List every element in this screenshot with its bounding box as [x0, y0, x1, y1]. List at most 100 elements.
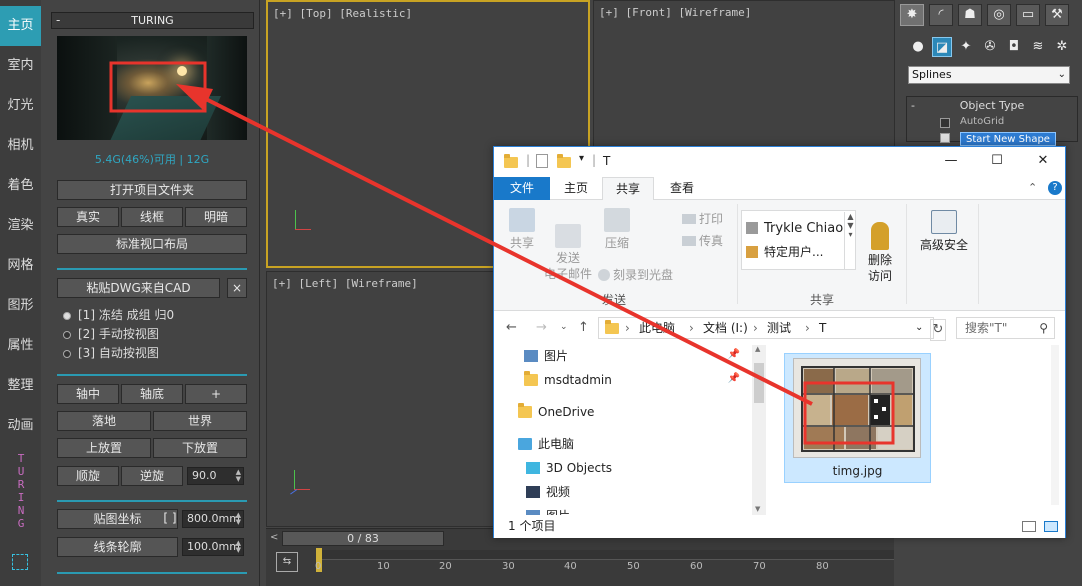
cameras-icon[interactable]: ✇	[980, 37, 1000, 57]
place-top-button[interactable]: 上放置	[57, 438, 151, 458]
standard-viewport-layout-button[interactable]: 标准视口布局	[57, 234, 247, 254]
maximize-button[interactable]: ☐	[986, 152, 1008, 170]
tab-home[interactable]: 主页	[0, 6, 41, 46]
address-input[interactable]: › 此电脑 › 文档 (I:) › 测试 › T ⌄	[598, 317, 934, 339]
breadcrumb-item[interactable]: 测试	[767, 318, 791, 338]
pivot-center-button[interactable]: 轴中	[57, 384, 119, 404]
tab-render[interactable]: 渲染	[0, 206, 41, 246]
wireframe-button[interactable]: 线框	[121, 207, 183, 227]
details-view-icon[interactable]	[1022, 521, 1036, 532]
chevron-down-icon[interactable]: ⌄	[1058, 67, 1066, 83]
rotate-cw-button[interactable]: 顺旋	[57, 466, 119, 486]
properties-icon[interactable]	[536, 154, 548, 168]
tab-lights[interactable]: 灯光	[0, 86, 41, 126]
spline-outline-button[interactable]: 线条轮廓	[57, 537, 178, 557]
nav-item-onedrive[interactable]: OneDrive	[518, 401, 594, 423]
motion-tab-icon[interactable]: ◎	[987, 4, 1011, 26]
tab-properties[interactable]: 属性	[0, 326, 41, 366]
shapes-icon[interactable]: ◪	[932, 37, 952, 57]
track-bar[interactable]: ⇆ 0 10 20 30 40 50 60 70 80	[266, 548, 894, 586]
start-new-shape-checkbox[interactable]	[940, 133, 950, 143]
panel-header[interactable]: - TURING	[51, 12, 254, 29]
track-line[interactable]	[316, 550, 894, 560]
drop-to-ground-button[interactable]: 落地	[57, 411, 151, 431]
breadcrumb-item[interactable]: 文档 (I:)	[703, 318, 748, 338]
large-icons-view-icon[interactable]	[1044, 521, 1058, 532]
tab-home[interactable]: 主页	[552, 177, 600, 200]
spacewarps-icon[interactable]: ≋	[1028, 37, 1048, 57]
nav-item-this-pc[interactable]: 此电脑	[518, 433, 574, 455]
object-category-dropdown[interactable]: Splines ⌄	[908, 66, 1070, 84]
share-with-list[interactable]: Trykle Chiao 特定用户...	[741, 210, 856, 270]
prev-frame-icon[interactable]: <	[270, 532, 278, 543]
nav-item-videos[interactable]: 视频	[526, 481, 570, 503]
chevron-up-icon[interactable]: ⌃	[1028, 181, 1037, 194]
user-item[interactable]: Trykle Chiao	[746, 221, 843, 236]
tab-shapes[interactable]: 图形	[0, 286, 41, 326]
tab-interior[interactable]: 室内	[0, 46, 41, 86]
close-window-button[interactable]: ✕	[1032, 152, 1054, 170]
quick-access-dropdown-icon[interactable]: ▾	[579, 153, 584, 164]
autogrid-checkbox[interactable]	[940, 118, 950, 128]
burn-disc-button[interactable]: 刻录到光盘	[598, 266, 678, 283]
key-filter-icon[interactable]: ⇆	[276, 552, 298, 572]
time-slider-thumb[interactable]: 0 / 83	[282, 531, 444, 546]
geometry-icon[interactable]: ●	[908, 37, 928, 57]
tab-organize[interactable]: 整理	[0, 366, 41, 406]
nav-item-pictures-2[interactable]: 图片	[526, 505, 570, 515]
lights-icon[interactable]: ✦	[956, 37, 976, 57]
search-icon[interactable]: ⚲	[1039, 318, 1048, 338]
paste-dwg-button[interactable]: 粘贴DWG来自CAD	[57, 278, 220, 298]
realistic-button[interactable]: 真实	[57, 207, 119, 227]
advanced-security-button[interactable]: 高级安全	[912, 210, 976, 253]
spinner-arrows-icon[interactable]: ▲ ▼	[236, 469, 241, 483]
radio-manual-view[interactable]: [2] 手动按视图	[63, 326, 248, 342]
rotate-ccw-button[interactable]: 逆旋	[121, 466, 183, 486]
spinner-arrows-icon[interactable]: ▲ ▼	[236, 540, 241, 554]
world-button[interactable]: 世界	[153, 411, 247, 431]
content-scrollbar[interactable]	[1051, 345, 1059, 505]
help-icon[interactable]: ?	[1048, 181, 1062, 195]
rotate-angle-input[interactable]: 90.0 ▲ ▼	[187, 467, 244, 485]
minimize-button[interactable]: —	[940, 152, 962, 170]
tab-share[interactable]: 共享	[602, 177, 654, 201]
viewport-label[interactable]: [+] [Top] [Realistic]	[273, 7, 412, 20]
map-size-input[interactable]: 800.0mm ▲ ▼	[182, 510, 244, 528]
breadcrumb-item[interactable]: 此电脑	[639, 318, 675, 338]
tab-file[interactable]: 文件	[494, 177, 550, 200]
tab-mesh[interactable]: 网格	[0, 246, 41, 286]
nav-item-3d-objects[interactable]: 3D Objects	[526, 457, 612, 479]
user-item[interactable]: 特定用户...	[746, 243, 823, 260]
radio-auto-view[interactable]: [3] 自动按视图	[63, 345, 248, 361]
close-button[interactable]: ×	[227, 278, 247, 298]
zip-button[interactable]: 压缩	[597, 208, 637, 251]
forward-arrow-icon[interactable]: →	[536, 320, 547, 335]
title-bar[interactable]: | ▾ | T — ☐ ✕	[494, 147, 1065, 177]
email-button[interactable]: 发送 电子邮件	[542, 208, 594, 282]
tab-shading[interactable]: 着色	[0, 166, 41, 206]
recent-dropdown-icon[interactable]: ⌄	[560, 322, 568, 332]
viewport-left[interactable]: [+] [Left] [Wireframe]	[266, 271, 494, 527]
start-new-shape-button[interactable]: Start New Shape	[960, 132, 1056, 146]
nav-item-msdtadmin[interactable]: msdtadmin	[524, 369, 612, 391]
hierarchy-tab-icon[interactable]: ☗	[958, 4, 982, 26]
tab-animation[interactable]: 动画	[0, 406, 41, 446]
systems-icon[interactable]: ✲	[1052, 37, 1072, 57]
fax-button[interactable]: 传真	[682, 232, 732, 249]
list-scroll-arrows-icon[interactable]: ▲ ▼ ▾	[844, 212, 856, 270]
open-project-folder-button[interactable]: 打开项目文件夹	[57, 180, 247, 200]
search-input[interactable]: 搜索"T" ⚲	[956, 317, 1055, 339]
scroll-up-icon[interactable]: ▲	[755, 345, 760, 353]
utilities-tab-icon[interactable]: ⚒	[1045, 4, 1069, 26]
selection-dotted-icon[interactable]	[12, 554, 28, 570]
helpers-icon[interactable]: ◘	[1004, 37, 1024, 57]
scroll-down-icon[interactable]: ▼	[755, 505, 760, 513]
share-button[interactable]: 共享	[502, 208, 542, 251]
remove-access-button[interactable]: 删除 访问	[860, 206, 900, 284]
viewport-label[interactable]: [+] [Front] [Wireframe]	[599, 6, 751, 19]
refresh-icon[interactable]: ↻	[930, 319, 946, 341]
back-arrow-icon[interactable]: ←	[506, 320, 517, 335]
pivot-bottom-button[interactable]: 轴底	[121, 384, 183, 404]
modify-tab-icon[interactable]: ◜	[929, 4, 953, 26]
viewport-label[interactable]: [+] [Left] [Wireframe]	[272, 277, 418, 290]
